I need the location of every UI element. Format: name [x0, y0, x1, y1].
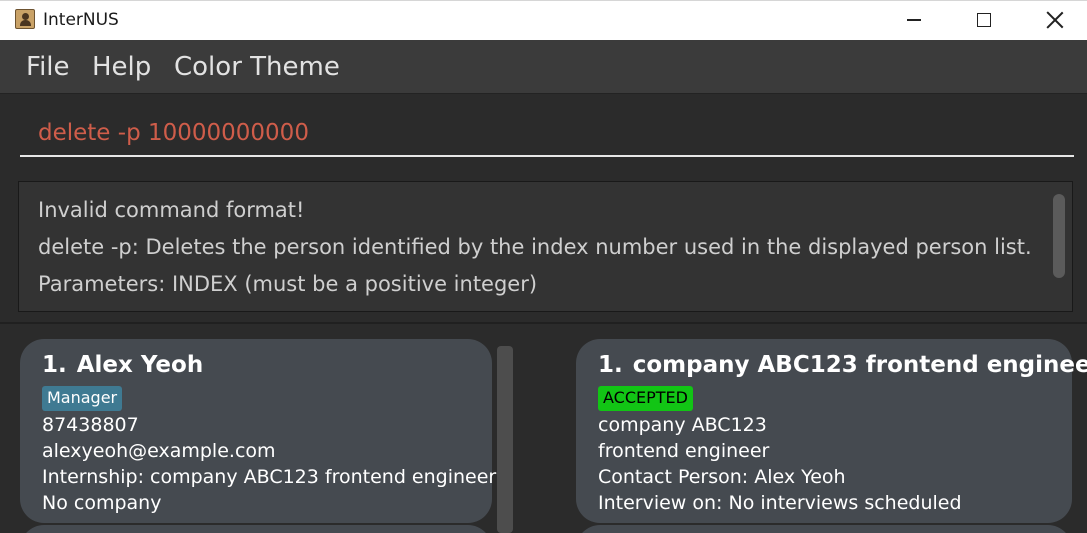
close-icon	[1046, 11, 1064, 29]
internship-contact: Contact Person: Alex Yeoh	[598, 466, 846, 488]
internship-role: frontend engineer	[598, 440, 770, 462]
person-card-next[interactable]	[20, 525, 492, 533]
app-contact-icon	[15, 9, 35, 29]
menu-file[interactable]: File	[26, 52, 70, 82]
person-name: 1. Alex Yeoh	[42, 352, 203, 378]
internship-index: 1.	[598, 352, 623, 378]
person-index: 1.	[42, 352, 67, 378]
person-company: No company	[42, 492, 162, 514]
divider	[0, 322, 1087, 324]
command-box	[0, 95, 1087, 171]
maximize-button[interactable]	[954, 1, 1014, 39]
maximize-icon	[977, 13, 991, 27]
internship-title-text: company ABC123 frontend engineer	[632, 352, 1087, 378]
person-phone: 87438807	[42, 414, 139, 436]
internship-interview: Interview on: No interviews scheduled	[598, 492, 962, 514]
title-bar: InterNUS	[0, 0, 1087, 40]
close-button[interactable]	[1025, 1, 1085, 39]
person-card[interactable]: 1. Alex Yeoh Manager 87438807 alexyeoh@ex…	[20, 339, 496, 523]
internship-card[interactable]: 1. company ABC123 frontend engineer ACCEP…	[576, 339, 1087, 523]
person-tag: Manager	[42, 386, 123, 411]
internship-title: 1. company ABC123 frontend engineer	[598, 352, 1087, 378]
internship-company: company ABC123	[598, 414, 767, 436]
minimize-icon	[907, 19, 921, 21]
minimize-button[interactable]	[884, 1, 944, 39]
menu-help[interactable]: Help	[92, 52, 151, 82]
person-email: alexyeoh@example.com	[42, 440, 276, 462]
result-line: delete -p: Deletes the person identified…	[38, 235, 1032, 259]
menu-bar: File Help Color Theme	[0, 40, 1087, 94]
person-name-text: Alex Yeoh	[76, 352, 204, 378]
person-internship: Internship: company ABC123 frontend engi…	[42, 466, 497, 488]
result-scrollbar[interactable]	[1053, 194, 1065, 278]
result-display: Invalid command format! delete -p: Delet…	[18, 181, 1073, 312]
internship-card-next[interactable]	[576, 525, 1072, 533]
result-line: Parameters: INDEX (must be a positive in…	[38, 272, 538, 296]
internship-status-badge: ACCEPTED	[598, 386, 693, 411]
person-list-scrollbar[interactable]	[497, 346, 513, 533]
menu-color-theme[interactable]: Color Theme	[174, 52, 340, 82]
command-input[interactable]	[20, 111, 1074, 157]
window-title: InterNUS	[43, 10, 119, 30]
result-line: Invalid command format!	[38, 198, 305, 222]
